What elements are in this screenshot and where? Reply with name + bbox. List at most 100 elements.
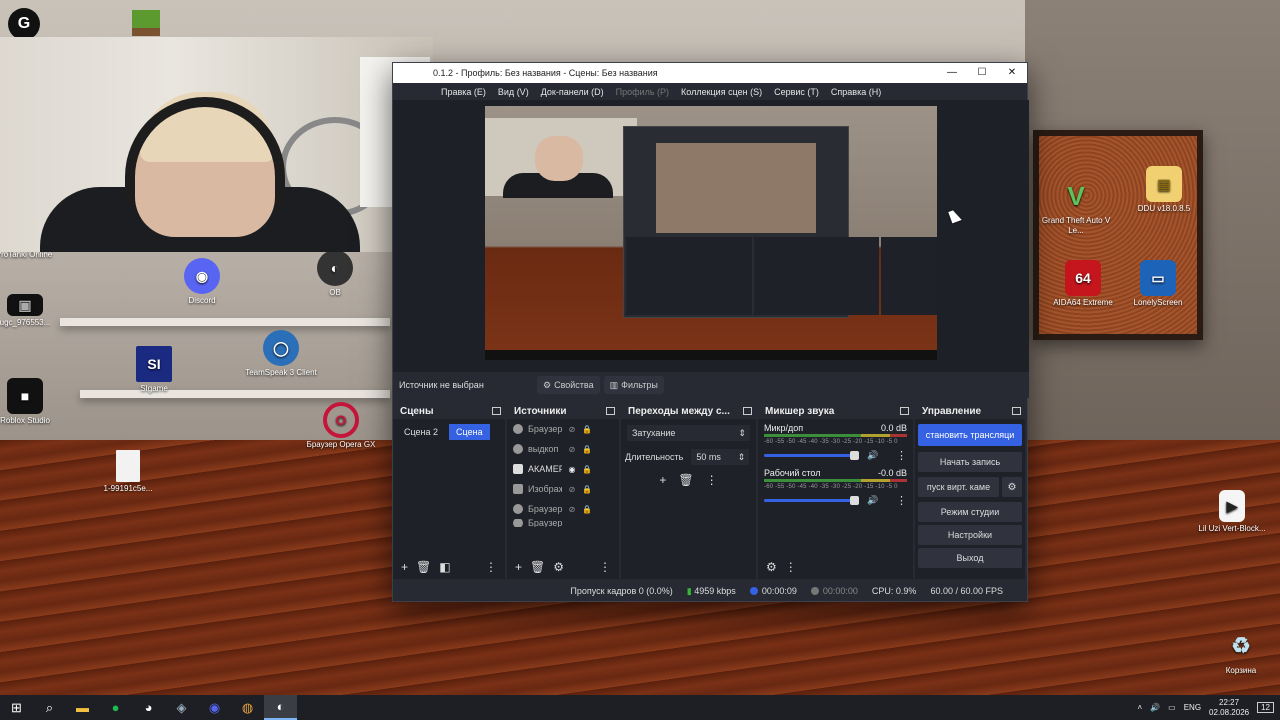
notifications-icon[interactable]: 12: [1257, 702, 1274, 713]
source-item[interactable]: АКАМЕРА ◉ 🔒: [507, 459, 619, 479]
chevron-up-icon[interactable]: ˄: [1138, 703, 1143, 712]
add-icon[interactable]: +: [515, 560, 522, 574]
desktop-icon-ddu[interactable]: ▤ DDU v18.0.8.5: [1126, 166, 1202, 214]
more-icon[interactable]: ⋮: [896, 494, 907, 507]
preview-canvas[interactable]: [485, 106, 937, 360]
eye-hidden-icon[interactable]: ⊘: [567, 425, 577, 434]
desktop-icon-aida64[interactable]: 64 AIDA64 Extreme: [1045, 260, 1121, 308]
desktop-icon-roblox-studio[interactable]: ■ Roblox Studio: [0, 378, 63, 426]
volume-slider[interactable]: [764, 496, 859, 505]
speaker-icon[interactable]: 🔊: [867, 495, 878, 506]
undock-icon[interactable]: [900, 407, 909, 415]
audio-settings-icon[interactable]: ⚙: [766, 560, 777, 574]
eye-icon[interactable]: ◉: [567, 465, 577, 474]
lock-icon[interactable]: 🔒: [582, 505, 592, 514]
lock-icon[interactable]: 🔒: [582, 485, 592, 494]
undock-icon[interactable]: [743, 407, 752, 415]
discord-icon[interactable]: ◉: [198, 695, 231, 720]
desktop-icon-video-file[interactable]: ▶ Lil Uzi Vert-Block...: [1194, 490, 1270, 534]
obs-window[interactable]: 0.1.2 - Профиль: Без названия - Сцены: Б…: [392, 62, 1029, 602]
undock-icon[interactable]: [492, 407, 501, 415]
desktop-icon-ugc[interactable]: ▣ ugc_976553...: [0, 294, 63, 328]
source-item[interactable]: Браузер: [507, 519, 619, 527]
gear-icon[interactable]: ⚙: [553, 560, 564, 574]
trash-icon[interactable]: 🗑: [530, 560, 545, 574]
desktop-icon-lonelyscreen[interactable]: ▭ LonelyScreen: [1120, 260, 1196, 308]
file-explorer-icon[interactable]: ▬: [66, 695, 99, 720]
minecraft-icon[interactable]: [132, 10, 160, 36]
more-icon[interactable]: ⋮: [706, 473, 718, 487]
desktop-icon-label: AIDA64 Extreme: [1053, 298, 1113, 307]
chrome-icon[interactable]: ◍: [231, 695, 264, 720]
desktop-icon-discord[interactable]: ◉ Discord: [164, 258, 240, 306]
menu-docks[interactable]: Док-панели (D): [541, 87, 604, 97]
obs-taskbar-icon[interactable]: ◐: [264, 695, 297, 720]
desktop-icon-sigame[interactable]: SI SIgame: [116, 346, 192, 394]
logitech-g-icon[interactable]: G: [8, 8, 40, 40]
gear-icon[interactable]: ⚙: [1002, 477, 1022, 497]
stop-stream-button[interactable]: становить трансляци: [918, 424, 1022, 446]
scene-item[interactable]: Сцена 2: [397, 424, 445, 440]
spotify-icon[interactable]: ●: [99, 695, 132, 720]
source-item[interactable]: Браузер ⊘ 🔒: [507, 419, 619, 439]
exit-button[interactable]: Выход: [918, 548, 1022, 568]
eye-hidden-icon[interactable]: ⊘: [567, 505, 577, 514]
settings-button[interactable]: Настройки: [918, 525, 1022, 545]
menu-scene-collection[interactable]: Коллекция сцен (S): [681, 87, 762, 97]
obs-title-bar[interactable]: 0.1.2 - Профиль: Без названия - Сцены: Б…: [393, 63, 1027, 83]
menu-help[interactable]: Справка (H): [831, 87, 881, 97]
start-record-button[interactable]: Начать запись: [918, 452, 1022, 472]
lock-icon[interactable]: 🔒: [582, 465, 592, 474]
menu-tools[interactable]: Сервис (T): [774, 87, 819, 97]
desktop-icon-recycle-bin[interactable]: ♻ Корзина: [1203, 628, 1279, 676]
desktop-icon-obs[interactable]: ◐ OB: [297, 250, 373, 298]
transition-select[interactable]: Затухание ⇕: [627, 425, 750, 441]
menu-profile[interactable]: Профиль (P): [616, 87, 669, 97]
scene-filters-icon[interactable]: ◧: [439, 560, 450, 574]
trash-icon[interactable]: 🗑: [416, 560, 431, 574]
scene-item-active[interactable]: Сцена: [449, 424, 490, 440]
lock-icon[interactable]: 🔒: [582, 425, 592, 434]
source-item[interactable]: Изображ ⊘ 🔒: [507, 479, 619, 499]
source-item[interactable]: выдкоп ⊘ 🔒: [507, 439, 619, 459]
add-icon[interactable]: +: [659, 473, 666, 487]
menu-edit[interactable]: Правка (E): [441, 87, 486, 97]
desktop-icon-label: Браузер Opera GX: [306, 440, 376, 449]
desktop-icon-teamspeak[interactable]: ◯ TeamSpeak 3 Client: [243, 330, 319, 378]
lock-icon[interactable]: 🔒: [582, 445, 592, 454]
eye-hidden-icon[interactable]: ⊘: [567, 485, 577, 494]
desktop-icon-opera-gx[interactable]: O Браузер Opera GX: [303, 402, 379, 450]
desktop-icon-gta-v[interactable]: V Grand Theft Auto V Le...: [1038, 178, 1114, 236]
maximize-button[interactable]: ☐: [967, 63, 997, 83]
undock-icon[interactable]: [606, 407, 615, 415]
source-item[interactable]: Браузер ⊘ 🔒: [507, 499, 619, 519]
add-icon[interactable]: +: [401, 560, 408, 574]
desktop-icon-file[interactable]: 1-99191c5e...: [90, 450, 166, 494]
undock-icon[interactable]: [1012, 407, 1021, 415]
filters-button[interactable]: ▥ Фильтры: [603, 376, 664, 394]
network-icon[interactable]: ▭: [1168, 703, 1176, 712]
more-icon[interactable]: ⋮: [896, 449, 907, 462]
app-icon[interactable]: ◕: [132, 695, 165, 720]
speaker-icon[interactable]: 🔊: [867, 450, 878, 461]
studio-mode-button[interactable]: Режим студии: [918, 502, 1022, 522]
language-indicator[interactable]: ENG: [1184, 703, 1201, 712]
trash-icon[interactable]: 🗑: [678, 473, 693, 487]
clock[interactable]: 22:27 02.08.2026: [1209, 698, 1249, 718]
volume-icon[interactable]: 🔊: [1150, 703, 1160, 712]
spin-icon[interactable]: ⇕: [738, 452, 746, 463]
volume-slider[interactable]: [764, 451, 859, 460]
virtual-camera-button[interactable]: пуск вирт. каме: [918, 477, 999, 497]
minimize-button[interactable]: —: [937, 63, 967, 83]
windows-start-icon[interactable]: ⊞: [0, 695, 33, 720]
close-button[interactable]: ✕: [997, 63, 1027, 83]
steam-icon[interactable]: ◈: [165, 695, 198, 720]
duration-input[interactable]: 50 ms ⇕: [691, 449, 750, 465]
menu-view[interactable]: Вид (V): [498, 87, 529, 97]
more-icon[interactable]: ⋮: [785, 560, 797, 574]
more-icon[interactable]: ⋮: [485, 560, 497, 574]
properties-button[interactable]: ⚙ Свойства: [537, 376, 600, 394]
search-icon[interactable]: ⌕: [33, 695, 66, 720]
eye-hidden-icon[interactable]: ⊘: [567, 445, 577, 454]
more-icon[interactable]: ⋮: [599, 560, 611, 574]
